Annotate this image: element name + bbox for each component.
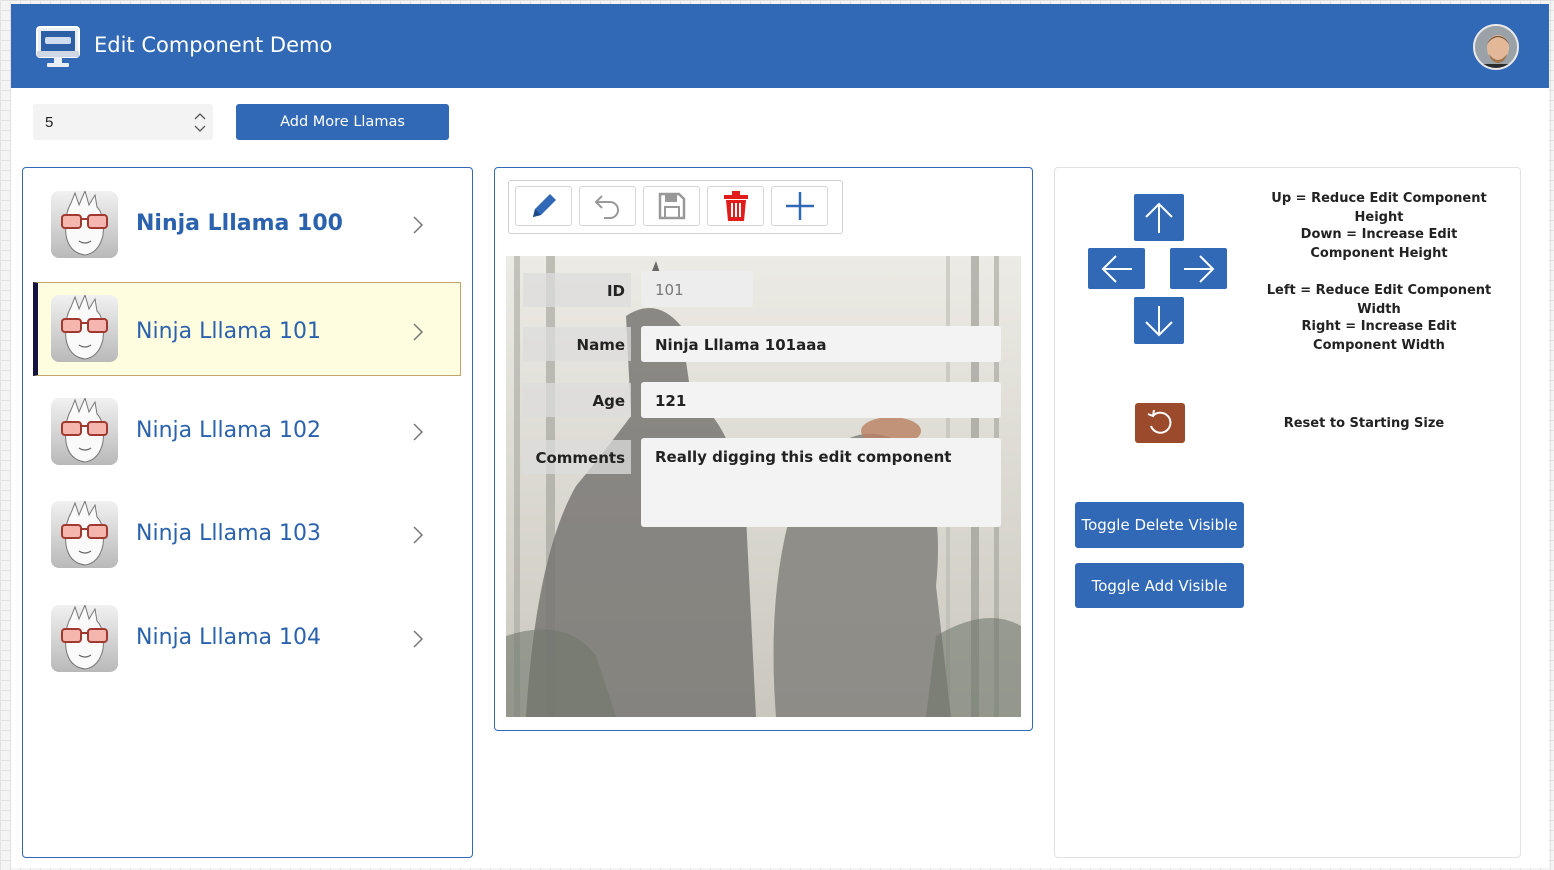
list-item[interactable]: Ninja Lllama 100 xyxy=(33,178,461,272)
save-button[interactable] xyxy=(643,186,700,226)
llama-sunglasses-icon xyxy=(51,398,118,465)
name-label: Name xyxy=(523,327,631,361)
edit-component: ID 101 Name Ninja Lllama 101aaa Age 121 … xyxy=(494,167,1033,731)
undo-icon xyxy=(594,195,619,219)
arrow-right-icon xyxy=(1183,254,1214,283)
llama-sunglasses-icon xyxy=(51,191,118,258)
edit-button[interactable] xyxy=(515,186,572,226)
help-right-text: Right = Increase Edit Component Width xyxy=(1301,319,1457,353)
llama-sunglasses-icon xyxy=(51,295,118,362)
undo-button[interactable] xyxy=(579,186,636,226)
list-item[interactable]: Ninja Lllama 102 xyxy=(33,385,461,479)
chevron-up-icon[interactable] xyxy=(193,110,207,122)
chevron-down-icon[interactable] xyxy=(193,123,207,135)
arrow-left-icon xyxy=(1101,254,1132,283)
save-icon xyxy=(658,192,685,220)
toggle-add-visible-button[interactable]: Toggle Add Visible xyxy=(1075,563,1244,608)
llama-sunglasses-icon xyxy=(51,501,118,568)
left-arrow-button[interactable] xyxy=(1088,248,1145,289)
toggle-delete-visible-button[interactable]: Toggle Delete Visible xyxy=(1075,502,1244,548)
add-plus-icon xyxy=(785,192,814,220)
user-avatar-icon xyxy=(1475,26,1517,68)
down-arrow-button[interactable] xyxy=(1134,297,1184,344)
age-label: Age xyxy=(523,383,631,417)
help-up-text: Up = Reduce Edit Component Height xyxy=(1271,191,1487,225)
edit-toolbar xyxy=(508,180,843,234)
id-label: ID xyxy=(523,273,631,307)
llama-list: Ninja Lllama 100 Ninja Lllama 101 Ninja … xyxy=(22,167,473,858)
list-item-label: Ninja Lllama 102 xyxy=(136,418,321,443)
help-left-text: Left = Reduce Edit Component Width xyxy=(1266,283,1492,317)
list-item-label: Ninja Lllama 100 xyxy=(136,211,343,236)
delete-trash-icon xyxy=(723,191,748,221)
chevron-right-icon xyxy=(413,526,424,544)
list-item[interactable]: Ninja Lllama 104 xyxy=(33,592,461,686)
edit-pencil-icon xyxy=(532,194,556,217)
comments-label: Comments xyxy=(523,440,631,474)
chevron-right-icon xyxy=(413,630,424,648)
stepper-value: 5 xyxy=(45,114,54,131)
app-window: Edit Component Demo 5 Add More Llamas Ni… xyxy=(11,4,1549,868)
size-controls-panel: Up = Reduce Edit Component Height Down =… xyxy=(1054,167,1521,858)
help-reset-text: Reset to Starting Size xyxy=(1283,416,1445,431)
reset-size-button[interactable] xyxy=(1135,403,1185,443)
id-field: 101 xyxy=(641,271,753,307)
arrow-down-icon xyxy=(1145,305,1173,336)
age-field[interactable]: 121 xyxy=(641,382,1001,418)
chevron-right-icon xyxy=(413,216,424,234)
list-item-label: Ninja Lllama 101 xyxy=(136,319,321,344)
reset-undo-icon xyxy=(1147,409,1172,434)
chevron-right-icon xyxy=(413,423,424,441)
name-field[interactable]: Ninja Lllama 101aaa xyxy=(641,326,1001,362)
list-item-label: Ninja Lllama 104 xyxy=(136,625,321,650)
app-title: Edit Component Demo xyxy=(94,33,333,57)
delete-button[interactable] xyxy=(707,186,764,226)
app-header: Edit Component Demo xyxy=(11,4,1549,88)
right-arrow-button[interactable] xyxy=(1170,248,1227,289)
llama-sunglasses-icon xyxy=(51,605,118,672)
add-button[interactable] xyxy=(771,186,828,226)
user-avatar[interactable] xyxy=(1473,24,1519,70)
list-item[interactable]: Ninja Lllama 103 xyxy=(33,488,461,582)
help-down-text: Down = Increase Edit Component Height xyxy=(1300,227,1458,261)
chevron-right-icon xyxy=(413,323,424,341)
up-arrow-button[interactable] xyxy=(1134,194,1184,241)
llama-count-stepper[interactable]: 5 xyxy=(33,104,213,140)
list-item-label: Ninja Lllama 103 xyxy=(136,521,321,546)
comments-field[interactable]: Really digging this edit component xyxy=(641,438,1001,527)
add-more-llamas-button[interactable]: Add More Llamas xyxy=(236,104,449,140)
arrow-up-icon xyxy=(1145,202,1173,233)
list-item[interactable]: Ninja Lllama 101 xyxy=(33,282,461,376)
computer-monitor-icon xyxy=(36,26,80,67)
